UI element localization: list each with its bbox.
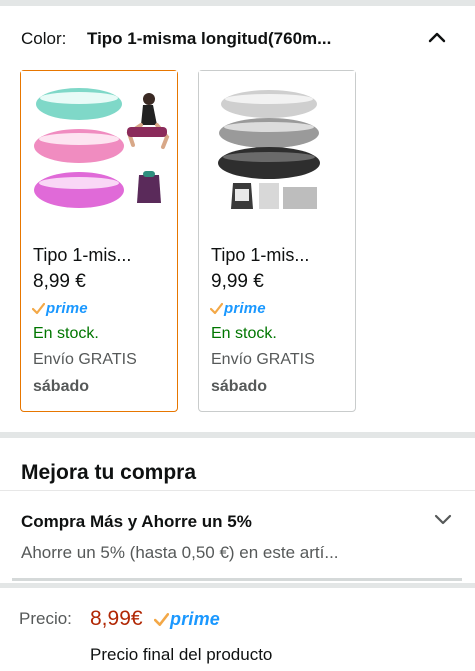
chevron-down-icon[interactable]	[431, 510, 455, 530]
product-image-grey-black	[199, 71, 355, 227]
card-price: 8,99 €	[33, 271, 86, 292]
prime-badge: prime	[32, 299, 88, 317]
product-image-teal-pink	[21, 71, 177, 227]
delivery-day: sábado	[33, 378, 90, 395]
price-note: Precio final del producto	[90, 645, 273, 664]
color-option-card-2[interactable]: Tipo 1-mis... 9,99 € prime En stock. Env…	[198, 70, 356, 412]
promo-description: Ahorre un 5% (hasta 0,50 €) en este artí…	[21, 543, 339, 562]
prime-check-icon	[154, 612, 169, 626]
price-label: Precio:	[19, 609, 72, 628]
selected-color-value: Tipo 1-misma longitud(760m...	[87, 29, 332, 48]
divider	[12, 578, 462, 581]
color-variation-header[interactable]: Color: Tipo 1-misma longitud(760m...	[0, 6, 475, 64]
card-price: 9,99 €	[211, 271, 264, 292]
section-separator	[0, 583, 475, 588]
card-title: Tipo 1-mis...	[33, 245, 132, 265]
upgrade-section-title: Mejora tu compra	[21, 461, 197, 484]
chevron-up-icon[interactable]	[424, 24, 450, 50]
prime-label: prime	[46, 299, 88, 317]
shipping-info: Envío GRATIS	[33, 351, 137, 368]
stock-status: En stock.	[33, 325, 99, 342]
stock-status: En stock.	[211, 325, 277, 342]
prime-label: prime	[224, 299, 266, 317]
promo-title: Compra Más y Ahorre un 5%	[21, 512, 252, 531]
color-label: Color:	[21, 29, 67, 48]
prime-label: prime	[170, 608, 221, 629]
prime-badge: prime	[210, 299, 266, 317]
section-separator	[0, 432, 475, 438]
divider	[0, 490, 475, 491]
prime-check-icon	[210, 302, 223, 314]
color-option-card-1[interactable]: Tipo 1-mis... 8,99 € prime En stock. Env…	[20, 70, 178, 412]
shipping-info: Envío GRATIS	[211, 351, 315, 368]
prime-badge: prime	[154, 609, 220, 629]
delivery-day: sábado	[211, 378, 268, 395]
prime-check-icon	[32, 302, 45, 314]
card-title: Tipo 1-mis...	[211, 245, 310, 265]
price-value: 8,99€	[90, 607, 143, 630]
